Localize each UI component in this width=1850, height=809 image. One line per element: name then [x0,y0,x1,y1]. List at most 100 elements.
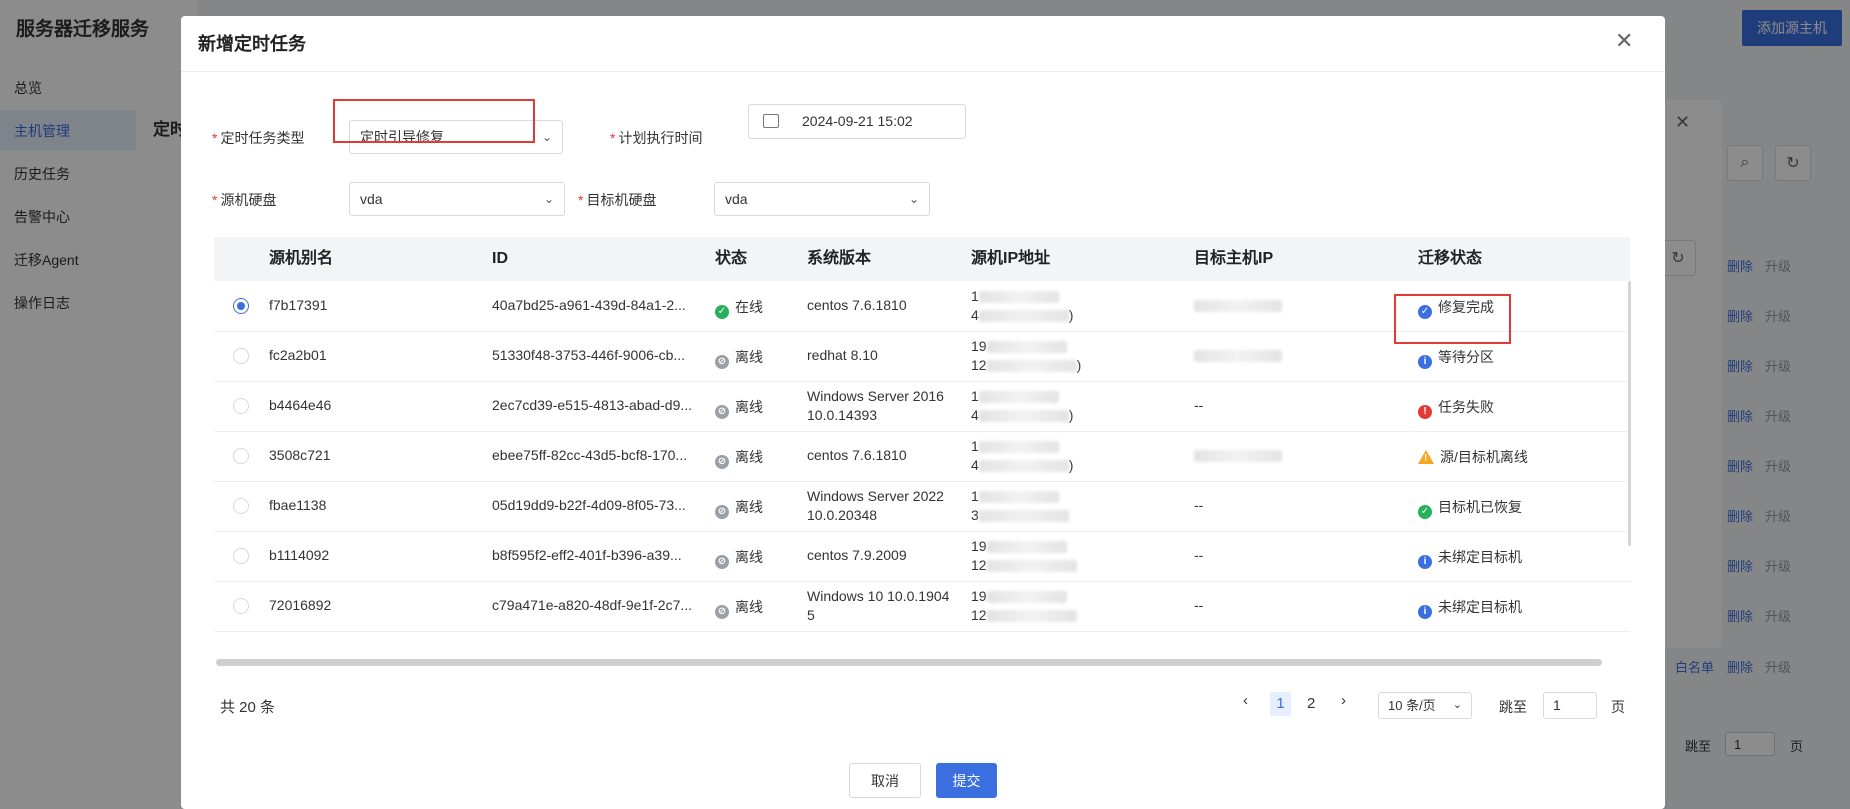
redacted-blur [986,341,1067,354]
cell-alias: b1114092 [269,547,330,563]
target-disk-select[interactable]: vda ⌄ [714,182,930,216]
redacted-blur [978,391,1059,404]
cell-migration-status: i 等待分区 [1418,347,1494,369]
error-icon: ! [1418,405,1432,419]
chevron-down-icon: ⌄ [1452,699,1462,711]
submit-button[interactable]: 提交 [936,763,997,798]
cell-os: centos 7.6.1810 [807,447,907,463]
column-header-os: 系统版本 [807,250,872,267]
page-2[interactable]: 2 [1307,695,1315,712]
redacted-blur [978,410,1069,423]
table-header: 源机别名 ID 状态 系统版本 源机IP地址 目标主机IP 迁移状态 [214,237,1630,281]
column-header-alias: 源机别名 [269,250,334,267]
table-row[interactable]: fbae1138 05d19dd9-b22f-4d09-8f05-73... ⊘ 离线… [214,481,1630,532]
table-row[interactable]: 3508c721 ebee75ff-82cc-43d5-bcf8-170... ⊘ 离… [214,431,1630,482]
redacted-blur [1194,300,1282,313]
redacted-blur [978,491,1059,504]
redacted-blur [1194,350,1282,363]
cell-target-ip [1194,297,1282,313]
redacted-blur [986,591,1067,604]
cell-os: Windows Server 2022 10.0.20348 [807,488,944,523]
cell-target-ip [1194,447,1282,463]
calendar-icon [763,114,779,128]
total-count: 共 20 条 [220,699,276,716]
warning-icon: ! [1418,450,1434,464]
cell-id: 51330f48-3753-446f-9006-cb... [492,347,686,363]
exec-time-picker[interactable]: 2024-09-21 15:02 [748,104,966,139]
redacted-blur [978,510,1069,523]
cell-target-ip: -- [1194,497,1204,513]
redacted-blur [978,310,1069,323]
page-1[interactable]: 1 [1270,692,1291,716]
cell-id: 40a7bd25-a961-439d-84a1-2... [492,297,686,313]
row-select-radio[interactable] [233,448,249,464]
cell-alias: fbae1138 [269,497,327,513]
page-size-select[interactable]: 10 条/页 ⌄ [1378,692,1472,719]
target-disk-label: * 目标机硬盘 [578,192,657,208]
redacted-blur [986,560,1077,573]
cell-target-ip: -- [1194,397,1204,413]
info-icon: i [1418,605,1432,619]
offline-link-icon: ⊘ [715,605,729,619]
next-page-icon[interactable]: › [1341,692,1346,709]
task-type-label: * 定时任务类型 [212,130,305,146]
chevron-down-icon: ⌄ [541,130,552,144]
highlight-box-migration-status [1394,294,1511,344]
column-header-migration-status: 迁移状态 [1418,250,1483,267]
cell-source-ip: 13 [971,487,1069,525]
table-row[interactable]: b4464e46 2ec7cd39-e515-4813-abad-d9... ⊘ 离线… [214,381,1630,432]
dialog-title: 新增定时任务 [198,34,306,54]
cell-status: ⊘ 离线 [715,497,763,519]
cell-source-ip: 1 4) [971,288,1074,323]
close-icon[interactable]: ✕ [1615,28,1633,54]
chevron-down-icon: ⌄ [543,192,554,206]
cell-target-ip [1194,347,1282,363]
cell-alias: f7b17391 [269,297,328,313]
row-select-radio[interactable] [233,348,249,364]
jump-label: 跳至 [1499,699,1527,715]
cell-alias: fc2a2b01 [269,347,327,363]
cell-id: ebee75ff-82cc-43d5-bcf8-170... [492,447,688,463]
info-icon: i [1418,355,1432,369]
offline-link-icon: ⊘ [715,405,729,419]
cell-status: ⊘ 离线 [715,397,763,419]
cell-id: b8f595f2-eff2-401f-b396-a39... [492,547,682,563]
redacted-blur [978,291,1059,304]
table-row[interactable]: b1114092 b8f595f2-eff2-401f-b396-a39... ⊘ 离… [214,531,1630,582]
redacted-blur [986,360,1077,373]
prev-page-icon[interactable]: ‹ [1243,692,1248,709]
row-select-radio[interactable] [233,398,249,414]
cell-status: ⊘ 离线 [715,547,763,569]
offline-link-icon: ⊘ [715,505,729,519]
cancel-button[interactable]: 取消 [849,763,921,798]
row-select-radio[interactable] [233,598,249,614]
cell-source-ip: 19 12 [971,587,1077,625]
info-icon: i [1418,555,1432,569]
vertical-scrollbar[interactable] [1628,281,1631,546]
column-header-source-ip: 源机IP地址 [971,250,1051,267]
cell-status: ✓ 在线 [715,297,763,319]
redacted-blur [986,541,1067,554]
table-row[interactable]: 72016892 c79a471e-a820-48df-9e1f-2c7... ⊘ 离… [214,581,1630,632]
cell-source-ip: 19 12) [971,338,1082,373]
cell-os: redhat 8.10 [807,347,878,363]
row-select-radio[interactable] [233,548,249,564]
cell-alias: 72016892 [269,597,332,613]
column-header-target-ip: 目标主机IP [1194,250,1274,267]
cell-status: ⊘ 离线 [715,597,763,619]
row-select-radio[interactable] [233,498,249,514]
new-scheduled-task-dialog: 新增定时任务 ✕ * 定时任务类型 定时引导修复 ⌄ * 计划执行时间 2024-0… [181,16,1665,809]
cell-migration-status: i 未绑定目标机 [1418,597,1522,619]
horizontal-scrollbar[interactable] [216,659,1602,666]
offline-link-icon: ⊘ [715,555,729,569]
exec-time-label: * 计划执行时间 [610,130,703,146]
jump-page-input[interactable]: 1 [1543,692,1597,719]
cell-source-ip: 1 4) [971,388,1074,423]
source-disk-select[interactable]: vda ⌄ [349,182,565,216]
cell-migration-status: ✓ 目标机已恢复 [1418,497,1522,519]
redacted-blur [1194,450,1282,463]
row-select-radio[interactable] [233,298,249,314]
cell-target-ip: -- [1194,597,1204,613]
cell-id: c79a471e-a820-48df-9e1f-2c7... [492,597,693,613]
cell-status: ⊘ 离线 [715,447,763,469]
